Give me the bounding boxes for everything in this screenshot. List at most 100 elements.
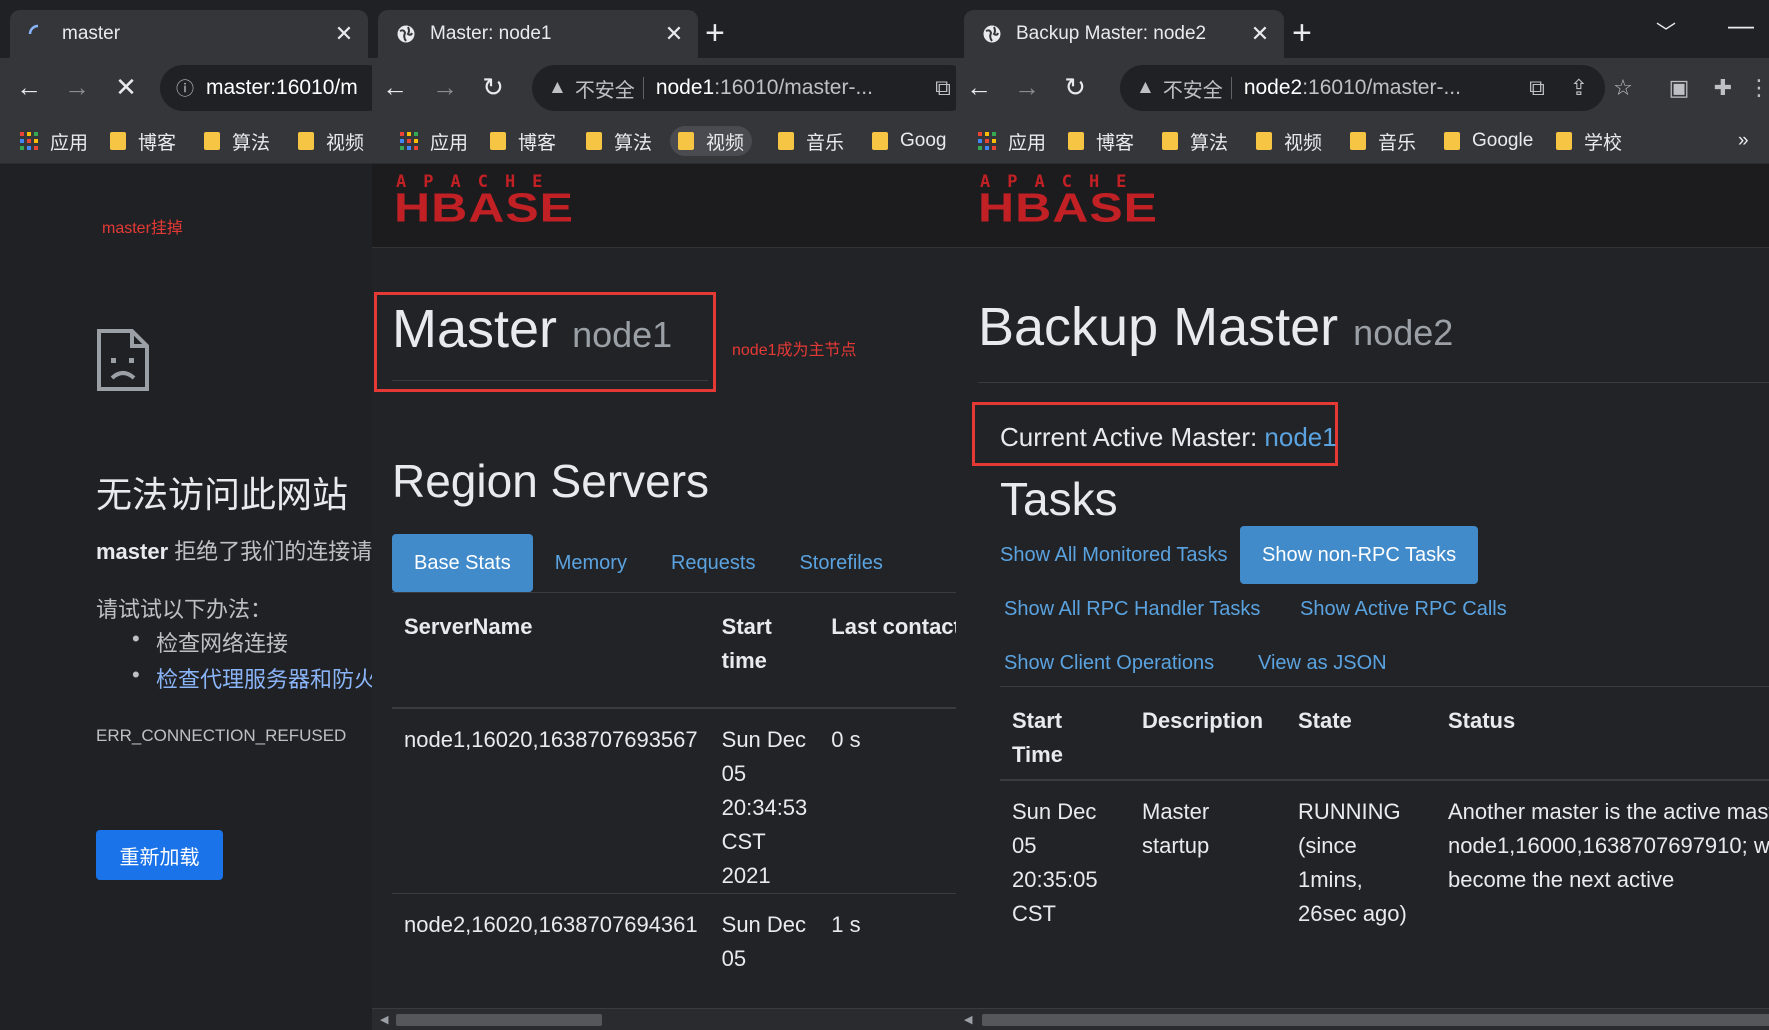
col-description: Description (1142, 708, 1264, 733)
back-icon[interactable]: ← (378, 70, 412, 104)
bookmark-label: 应用 (430, 132, 469, 154)
show-client-operations[interactable]: Show Client Operations (1004, 652, 1214, 675)
show-all-rpc-handler-tasks[interactable]: Show All RPC Handler Tasks (1004, 598, 1260, 621)
browser-window-node2: Backup Master: node2 ✕ + ﹀ — ← → ↻ ▲ 不安全… (956, 0, 1769, 1030)
back-icon[interactable]: ← (12, 70, 46, 104)
show-non-rpc-tasks[interactable]: Show non-RPC Tasks (1240, 526, 1479, 584)
folder-icon (678, 132, 694, 150)
bookmark-algo[interactable]: 算法 (1154, 126, 1236, 156)
new-tab-icon[interactable]: + (1292, 16, 1312, 50)
stop-icon[interactable]: ✕ (109, 70, 143, 104)
page-title: Master node1 (392, 298, 672, 360)
tab-strip: Backup Master: node2 ✕ + ﹀ — (956, 0, 1769, 58)
suggestion-check-proxy-link[interactable]: 检查代理服务器和防火墙 (132, 662, 372, 698)
share-icon[interactable]: ⇪ (1564, 72, 1594, 104)
tab-title: master (62, 23, 121, 44)
reload-icon[interactable]: ↻ (1058, 70, 1092, 104)
warning-icon: ▲ (1136, 77, 1155, 98)
translate-icon[interactable]: ⧉ (1522, 72, 1552, 104)
bookmark-video[interactable]: 视频 (670, 126, 753, 156)
title-divider (978, 382, 1769, 383)
reload-button[interactable]: 重新加载 (96, 830, 223, 880)
show-all-monitored-tasks[interactable]: Show All Monitored Tasks (1000, 544, 1228, 567)
forward-icon[interactable]: → (60, 70, 94, 104)
server-link[interactable]: node1,16020,1638707693567 (392, 707, 710, 894)
tab-master-node1[interactable]: Master: node1 ✕ (378, 10, 698, 58)
back-icon[interactable]: ← (962, 70, 996, 104)
annotation-node1-master: node1成为主节点 (732, 342, 857, 359)
scroll-thumb[interactable] (982, 1014, 1769, 1026)
bookmark-label: 应用 (50, 132, 89, 154)
forward-icon[interactable]: → (428, 70, 462, 104)
tab-backup-master-node2[interactable]: Backup Master: node2 ✕ (964, 10, 1284, 58)
close-tab-icon[interactable]: ✕ (1250, 21, 1270, 47)
col-servername: ServerName (404, 614, 533, 639)
insecure-label: 不安全 (574, 79, 635, 102)
bookmark-google[interactable]: Google (1436, 126, 1541, 156)
tab-strip: master ✕ (0, 0, 372, 58)
minimize-icon[interactable]: — (1728, 8, 1754, 42)
bookmark-apps[interactable]: 应用 (12, 126, 96, 156)
scroll-thumb[interactable] (396, 1014, 602, 1026)
view-as-json[interactable]: View as JSON (1258, 652, 1387, 675)
translate-icon[interactable]: ⧉ (928, 72, 956, 104)
address-bar[interactable]: ▲ 不安全 node1:16010/master-... (532, 65, 956, 111)
title-divider (392, 380, 708, 381)
close-tab-icon[interactable]: ✕ (334, 21, 354, 47)
scroll-left-icon[interactable]: ◀ (380, 1013, 388, 1026)
puzzle-icon[interactable]: ✚ (1708, 72, 1738, 104)
more-bookmarks-icon[interactable]: » (1730, 126, 1757, 156)
bookmark-music[interactable]: 音乐 (770, 126, 852, 156)
bookmark-google[interactable]: Goog (864, 126, 954, 156)
state-cell: RUNNING (since 1mins, 26sec ago) (1286, 779, 1436, 931)
hbase-header: APACHE HBASE (372, 164, 956, 248)
bookmark-apps[interactable]: 应用 (970, 126, 1054, 156)
bookmark-apps[interactable]: 应用 (392, 126, 476, 156)
forward-icon[interactable]: → (1010, 70, 1044, 104)
tab-search-chevron-icon[interactable]: ﹀ (1656, 16, 1676, 50)
logo-hbase-text: HBASE (394, 184, 575, 231)
bookmark-star-icon[interactable]: ☆ (1608, 72, 1638, 104)
tab-storefiles[interactable]: Storefiles (777, 534, 904, 592)
page-title-text: Master (392, 299, 558, 359)
url-host: node1 (655, 76, 715, 99)
toolbar: ← → ↻ ▲ 不安全 node1:16010/master-... ⧉ (372, 58, 956, 118)
error-host: master (96, 539, 169, 564)
bookmark-video[interactable]: 视频 (1248, 126, 1330, 156)
extension-icon[interactable]: ▣ (1664, 72, 1694, 104)
bookmark-label: 算法 (614, 132, 653, 154)
tab-base-stats[interactable]: Base Stats (392, 534, 533, 592)
bookmark-label: 博客 (1096, 132, 1135, 154)
description-cell: Master startup (1130, 779, 1286, 931)
close-tab-icon[interactable]: ✕ (664, 21, 684, 47)
tab-master[interactable]: master ✕ (10, 10, 368, 58)
reload-icon[interactable]: ↻ (476, 70, 510, 104)
hbase-logo[interactable]: APACHE HBASE (978, 172, 1182, 236)
scroll-left-icon[interactable]: ◀ (964, 1013, 972, 1026)
bookmark-blog[interactable]: 博客 (1060, 126, 1142, 156)
bookmark-algo[interactable]: 算法 (196, 126, 278, 156)
bookmark-music[interactable]: 音乐 (1342, 126, 1424, 156)
bookmark-school[interactable]: 学校 (1548, 126, 1630, 156)
browser-window-node1: Master: node1 ✕ + ← → ↻ ▲ 不安全 node1:1601… (372, 0, 956, 1030)
bookmark-blog[interactable]: 博客 (102, 126, 184, 156)
address-bar[interactable]: ⓘ master:16010/m (160, 65, 372, 111)
bookmark-blog[interactable]: 博客 (482, 126, 564, 156)
separator (642, 77, 644, 99)
folder-icon (110, 132, 126, 150)
tab-title: Master: node1 (430, 23, 552, 44)
menu-icon[interactable]: ⋮ (1744, 72, 1769, 104)
active-master-link[interactable]: node1 (1264, 422, 1336, 452)
new-tab-icon[interactable]: + (705, 16, 725, 50)
horizontal-scrollbar[interactable]: ◀ (372, 1008, 956, 1030)
tab-memory[interactable]: Memory (533, 534, 649, 592)
show-active-rpc-calls[interactable]: Show Active RPC Calls (1300, 598, 1507, 621)
bookmark-video[interactable]: 视频 (290, 126, 372, 156)
current-active-master: Current Active Master: node1 (1000, 422, 1337, 453)
tab-requests[interactable]: Requests (649, 534, 778, 592)
server-link[interactable]: node2,16020,1638707694361 (392, 893, 710, 976)
horizontal-scrollbar[interactable]: ◀ (956, 1008, 1769, 1030)
bookmark-label: 视频 (706, 132, 745, 154)
bookmark-algo[interactable]: 算法 (578, 126, 660, 156)
hbase-logo[interactable]: APACHE HBASE (394, 172, 598, 236)
